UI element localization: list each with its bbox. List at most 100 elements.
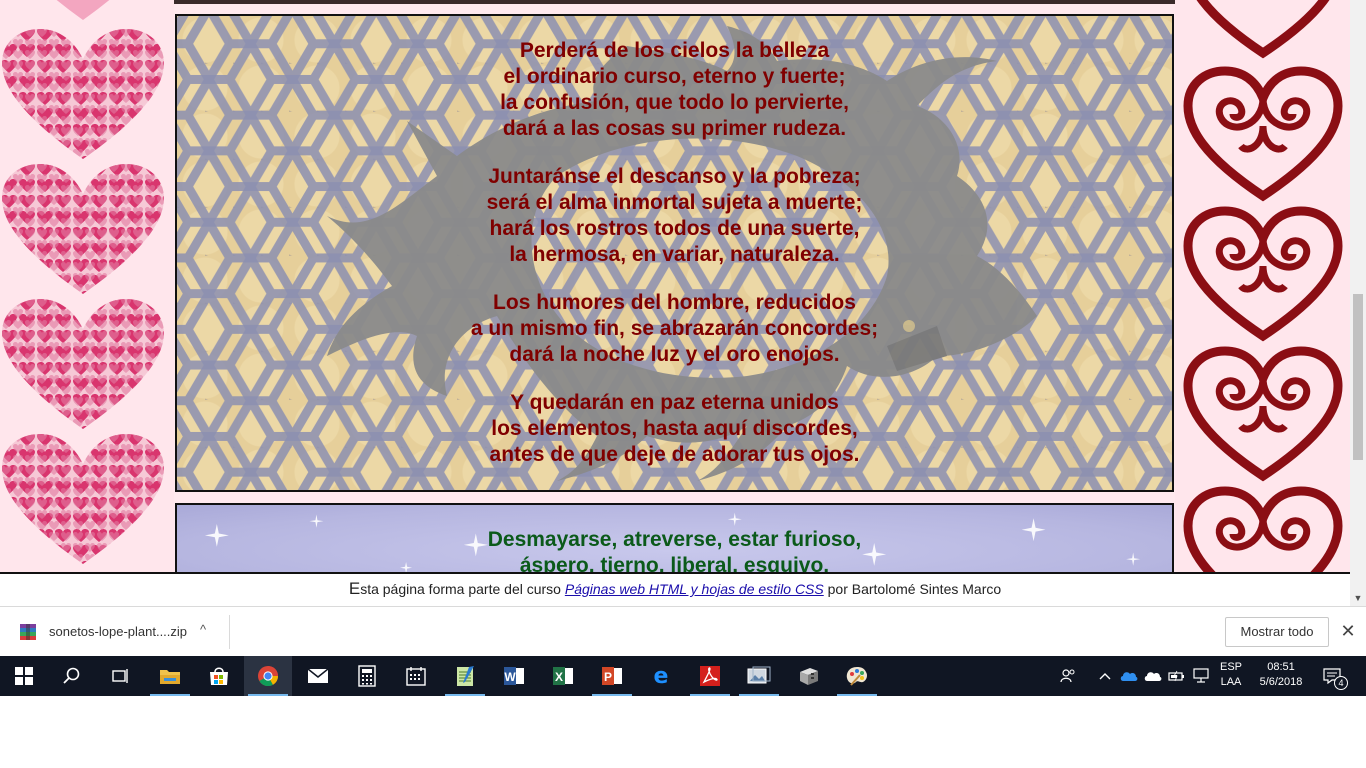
sonnet-stanza-4: Y quedarán en paz eterna unidos los elem… (177, 390, 1172, 468)
acrobat-icon (700, 666, 720, 686)
edge-icon: e (654, 665, 669, 687)
footer-text: sta página forma parte del curso (360, 581, 565, 597)
acrobat-button[interactable] (686, 656, 734, 696)
mail-button[interactable] (294, 656, 342, 696)
people-icon[interactable] (1058, 666, 1078, 686)
swirl-heart-icon (1183, 486, 1343, 572)
left-hearts-column (0, 0, 174, 572)
calendar-icon (406, 667, 426, 686)
download-shelf: sonetos-lope-plant....zip ^ Mostrar todo… (0, 606, 1366, 656)
paint-icon (846, 667, 867, 686)
task-view-button[interactable] (96, 656, 144, 696)
language-code: ESP (1219, 661, 1242, 673)
download-options-chevron-icon[interactable]: ^ (200, 622, 206, 637)
previous-box-border (174, 0, 1175, 4)
poem-line: dará la noche luz y el oro enojos. (509, 343, 840, 366)
heart-collage-icon (2, 299, 164, 429)
word-icon: W (504, 667, 524, 685)
search-button[interactable] (48, 656, 96, 696)
poem-line: hará los rostros todos de una suerte, (489, 217, 860, 240)
onedrive-blue-icon[interactable] (1119, 666, 1139, 686)
scrollbar-thumb[interactable] (1353, 294, 1363, 460)
show-hidden-icons-chevron-icon[interactable] (1095, 666, 1115, 686)
sonnet-card: Perderá de los cielos la belleza el ordi… (175, 14, 1174, 492)
powerpoint-button[interactable]: P (588, 656, 636, 696)
notepad-button[interactable] (441, 656, 489, 696)
sonnet2-stanza-1: Desmayarse, atreverse, estar furioso, ás… (177, 527, 1172, 572)
sonnet-card-2: Desmayarse, atreverse, estar furioso, ás… (175, 503, 1174, 572)
heart-collage-icon (2, 434, 164, 564)
poem-line: Y quedarán en paz eterna unidos (510, 391, 839, 414)
heart-collage-icon (56, 0, 110, 20)
cube-icon (800, 668, 818, 685)
swirl-heart-icon (1183, 346, 1343, 482)
folder-icon (160, 670, 180, 684)
scroll-down-arrow-icon[interactable]: ▼ (1350, 590, 1366, 606)
task-view-icon (112, 669, 128, 683)
edge-button[interactable]: e (637, 656, 685, 696)
cube-app-button[interactable] (784, 656, 832, 696)
poem-line: áspero, tierno, liberal, esquivo, (519, 554, 830, 572)
footer-cap-letter: E (348, 579, 361, 598)
excel-icon: X (553, 667, 573, 685)
close-download-bar-icon[interactable]: ✕ (1337, 620, 1359, 642)
heart-collage-icon (2, 29, 164, 159)
poem-line: dará a las cosas su primer rudeza. (502, 117, 847, 140)
swirl-heart-icon (1183, 206, 1343, 342)
onedrive-white-icon[interactable] (1143, 666, 1163, 686)
sonnet-stanza-2: Juntaránse el descanso y la pobreza; ser… (177, 164, 1172, 268)
page-footer: Esta página forma parte del curso Página… (0, 572, 1350, 606)
keyboard-layout: LAA (1220, 676, 1242, 688)
page-scrollbar[interactable]: ▼ (1350, 0, 1366, 606)
mail-icon (307, 668, 329, 683)
download-file-name: sonetos-lope-plant....zip (49, 624, 188, 639)
download-item[interactable]: sonetos-lope-plant....zip ^ (10, 615, 230, 649)
swirl-heart-icon (1196, 0, 1330, 59)
windows-taskbar: W X P e ESP LAA 08:51 5/6/2018 4 (0, 656, 1366, 696)
poem-line: el ordinario curso, eterno y fuerte; (503, 65, 846, 88)
paint-button[interactable] (833, 656, 881, 696)
notepad-icon (457, 666, 474, 686)
poem-line: a un mismo fin, se abrazarán concordes; (470, 317, 879, 340)
clock-date: 5/6/2018 (1259, 676, 1303, 688)
clock-time: 08:51 (1267, 661, 1295, 673)
poem-line: Los humores del hombre, reducidos (493, 291, 856, 314)
sonnet-stanza-1: Perderá de los cielos la belleza el ordi… (177, 38, 1172, 142)
excel-button[interactable]: X (539, 656, 587, 696)
network-icon[interactable] (1191, 666, 1211, 686)
clock[interactable]: 08:51 5/6/2018 (1250, 660, 1312, 690)
right-hearts-column (1175, 0, 1350, 572)
show-all-downloads-button[interactable]: Mostrar todo (1225, 617, 1329, 647)
battery-icon[interactable] (1167, 666, 1187, 686)
svg-text:X: X (555, 670, 563, 684)
poem-line: Perderá de los cielos la belleza (519, 39, 830, 62)
poem-line: será el alma inmortal sujeta a muerte; (486, 191, 863, 214)
sonnet-stanza-3: Los humores del hombre, reducidos a un m… (177, 290, 1172, 368)
store-button[interactable] (195, 656, 243, 696)
notification-count-badge: 4 (1334, 676, 1348, 690)
svg-text:P: P (604, 670, 612, 684)
start-button[interactable] (0, 656, 48, 696)
footer-author-text: por Bartolomé Sintes Marco (823, 581, 1002, 597)
calculator-icon (358, 665, 376, 687)
file-explorer-button[interactable] (146, 656, 194, 696)
course-link[interactable]: Páginas web HTML y hojas de estilo CSS (565, 581, 824, 597)
store-icon (210, 667, 228, 685)
chrome-button[interactable] (244, 656, 292, 696)
browser-viewport: Perderá de los cielos la belleza el ordi… (0, 0, 1366, 572)
image-viewer-button[interactable] (735, 656, 783, 696)
search-icon (63, 667, 80, 684)
svg-text:e: e (654, 665, 669, 687)
input-language-indicator[interactable]: ESP LAA (1214, 660, 1248, 690)
calendar-button[interactable] (392, 656, 440, 696)
poem-line: los elementos, hasta aquí discordes, (491, 417, 858, 440)
image-viewer-icon (747, 666, 771, 684)
archive-file-icon (20, 624, 36, 640)
windows-icon (15, 667, 33, 685)
word-button[interactable]: W (490, 656, 538, 696)
calculator-button[interactable] (343, 656, 391, 696)
poem-line: la hermosa, en variar, naturaleza. (509, 243, 840, 266)
swirl-heart-icon (1183, 66, 1343, 202)
poem-line: antes de que deje de adorar tus ojos. (489, 443, 860, 466)
svg-text:W: W (504, 670, 516, 684)
